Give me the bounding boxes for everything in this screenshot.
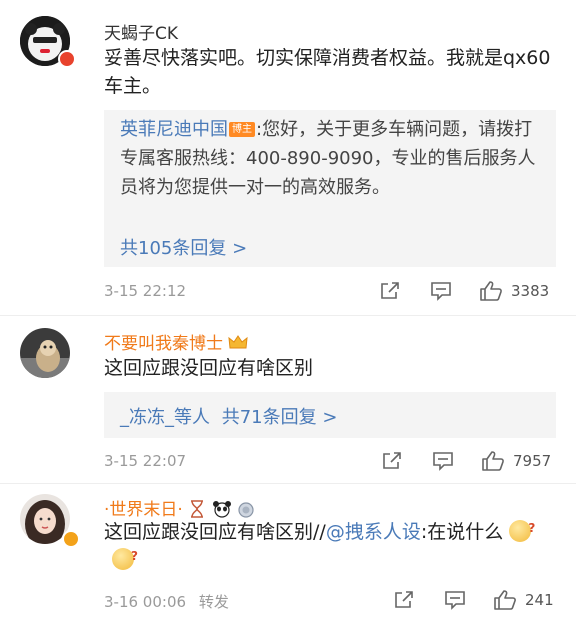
like-button[interactable]: 3383 bbox=[479, 280, 549, 302]
verified-badge-icon bbox=[62, 530, 80, 548]
comment-button[interactable] bbox=[432, 450, 454, 472]
confused-emoji-icon bbox=[112, 542, 138, 570]
like-count: 3383 bbox=[511, 282, 550, 300]
view-replies-link[interactable]: 共105条回复 > bbox=[120, 234, 247, 260]
like-count: 241 bbox=[525, 591, 554, 609]
like-button[interactable]: 7957 bbox=[481, 450, 551, 472]
view-replies-link[interactable]: _冻冻_等人 共71条回复 > bbox=[120, 403, 337, 429]
author-badge: 博主 bbox=[229, 122, 255, 137]
comment-item: 不要叫我秦博士 这回应跟没回应有啥区别 _冻冻_等人 共71条回复 > 3-15… bbox=[0, 316, 576, 483]
thumbs-up-icon bbox=[494, 590, 516, 610]
comment-author[interactable]: 天蝎子CK bbox=[104, 19, 178, 44]
author-name: 不要叫我秦博士 bbox=[104, 334, 223, 354]
verified-badge-icon bbox=[58, 50, 76, 68]
crown-icon bbox=[228, 335, 249, 349]
share-button[interactable] bbox=[393, 589, 415, 611]
comment-icon bbox=[445, 591, 465, 610]
panda-icon bbox=[212, 501, 231, 518]
like-count: 7957 bbox=[513, 452, 552, 470]
comment-button[interactable] bbox=[444, 589, 466, 611]
comment-icon bbox=[433, 452, 453, 471]
share-button[interactable] bbox=[381, 450, 403, 472]
comment-meta: 3-16 00:06 转发 bbox=[104, 591, 229, 612]
comment-button[interactable] bbox=[430, 280, 452, 302]
comment-item: 天蝎子CK 妥善尽快落实吧。切实保障消费者权益。我就是qx60车主。 英菲尼迪中… bbox=[0, 0, 576, 315]
comment-time: 3-15 22:07 bbox=[104, 452, 187, 470]
comment-text: 妥善尽快落实吧。切实保障消费者权益。我就是qx60车主。 bbox=[104, 47, 551, 97]
share-icon bbox=[395, 591, 413, 608]
repost-label[interactable]: 转发 bbox=[199, 593, 229, 611]
confused-emoji-icon bbox=[509, 514, 535, 542]
thumbs-up-icon bbox=[482, 451, 504, 471]
thumbs-up-icon bbox=[480, 281, 502, 301]
comment-item: ·世界末日· 这回应跟没回应有啥区别//@拽系人设:在说什么 3-16 00:0… bbox=[0, 484, 576, 623]
medal-icon bbox=[238, 502, 254, 518]
reply-names: _冻冻_ bbox=[120, 407, 174, 428]
reply-text: 英菲尼迪中国 博主:您好，关于更多车辆问题，请拨打专属客服热线：400-890-9… bbox=[120, 115, 540, 202]
comment-text: 这回应跟没回应有啥区别 bbox=[104, 357, 314, 379]
comment-icon bbox=[431, 282, 451, 301]
comment-text-quote: :在说什么 bbox=[420, 521, 504, 543]
reply-author[interactable]: 英菲尼迪中国 bbox=[120, 119, 228, 140]
comment-time: 3-16 00:06 bbox=[104, 593, 187, 611]
comment-time: 3-15 22:12 bbox=[104, 282, 187, 300]
comment-author[interactable]: ·世界末日· bbox=[104, 495, 255, 520]
dog-avatar-image bbox=[20, 328, 70, 378]
reply-preview[interactable]: 英菲尼迪中国 博主:您好，关于更多车辆问题，请拨打专属客服热线：400-890-9… bbox=[104, 110, 556, 267]
comment-text: 这回应跟没回应有啥区别//@拽系人设:在说什么 bbox=[104, 514, 556, 574]
share-button[interactable] bbox=[379, 280, 401, 302]
avatar[interactable] bbox=[20, 328, 70, 378]
like-button[interactable]: 241 bbox=[493, 589, 554, 611]
reply-count-link: 共71条回复 > bbox=[221, 407, 338, 428]
hourglass-icon bbox=[191, 500, 204, 518]
author-name: ·世界末日· bbox=[104, 500, 183, 520]
share-icon bbox=[381, 282, 399, 299]
reply-preview[interactable]: _冻冻_等人 共71条回复 > bbox=[104, 392, 556, 438]
share-icon bbox=[383, 452, 401, 469]
mention-link[interactable]: @拽系人设 bbox=[326, 521, 421, 543]
reply-names-suffix: 等人 bbox=[174, 407, 210, 428]
comment-text-body: 这回应跟没回应有啥区别// bbox=[104, 521, 326, 543]
comment-author[interactable]: 不要叫我秦博士 bbox=[104, 329, 249, 354]
